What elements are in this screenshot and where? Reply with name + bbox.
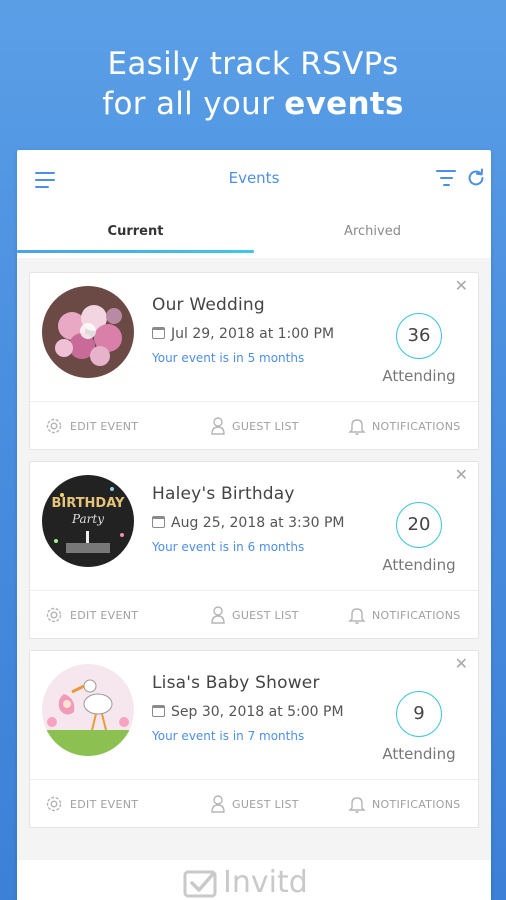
event-photo-stork <box>42 664 134 756</box>
close-icon[interactable]: ✕ <box>455 656 468 672</box>
active-tab-indicator <box>17 250 254 253</box>
app-logo: Invitd <box>183 865 308 900</box>
event-card[interactable]: ✕ BIRTHDAY Party Haley's Birthday Aug 25… <box>29 461 479 639</box>
gear-icon <box>46 796 62 812</box>
event-tabs: Current Archived <box>17 214 491 258</box>
logo-icon <box>183 870 217 898</box>
attending-label: Attending <box>382 745 456 763</box>
notifications-button[interactable]: NOTIFICATIONS <box>348 416 461 436</box>
promo-line-1: Easily track RSVPs <box>107 46 399 82</box>
attending-count: 20 <box>396 502 442 548</box>
app-header: Events <box>17 150 491 212</box>
event-title: Lisa's Baby Shower <box>152 673 320 693</box>
promo-headline: Easily track RSVPs for all your events <box>0 44 506 124</box>
filter-icon[interactable] <box>436 169 456 187</box>
tab-archived[interactable]: Archived <box>254 224 491 239</box>
gear-icon <box>46 607 62 623</box>
event-countdown: Your event is in 5 months <box>152 351 305 365</box>
event-photo-bouquet <box>42 286 134 378</box>
bell-icon <box>348 419 366 435</box>
notifications-button[interactable]: NOTIFICATIONS <box>348 605 461 625</box>
event-title: Our Wedding <box>152 295 265 315</box>
edit-event-button[interactable]: EDIT EVENT <box>44 416 138 436</box>
close-icon[interactable]: ✕ <box>455 467 468 483</box>
event-date: Aug 25, 2018 at 3:30 PM <box>152 515 345 531</box>
refresh-icon[interactable] <box>465 167 487 189</box>
event-date: Jul 29, 2018 at 1:00 PM <box>152 326 334 342</box>
event-card[interactable]: ✕ Our Wedding Jul 29, 2018 at 1:00 PM Yo… <box>29 272 479 450</box>
svg-text:Party: Party <box>71 512 104 526</box>
event-title: Haley's Birthday <box>152 484 295 504</box>
tab-current[interactable]: Current <box>17 224 254 239</box>
guest-list-button[interactable]: GUEST LIST <box>210 416 299 436</box>
gear-icon <box>46 418 62 434</box>
svg-text:BIRTHDAY: BIRTHDAY <box>52 496 126 511</box>
attending-count: 36 <box>396 313 442 359</box>
app-screen: Events Current Archived ✕ Our Wedding Ju… <box>17 150 491 900</box>
bell-icon <box>348 608 366 624</box>
event-date: Sep 30, 2018 at 5:00 PM <box>152 704 344 720</box>
guest-list-button[interactable]: GUEST LIST <box>210 794 299 814</box>
edit-event-button[interactable]: EDIT EVENT <box>44 794 138 814</box>
event-countdown: Your event is in 6 months <box>152 540 305 554</box>
calendar-icon <box>152 327 165 339</box>
notifications-button[interactable]: NOTIFICATIONS <box>348 794 461 814</box>
calendar-icon <box>152 705 165 717</box>
edit-event-button[interactable]: EDIT EVENT <box>44 605 138 625</box>
event-card[interactable]: ✕ Lisa's Baby Shower Sep 30, 2018 at 5:0… <box>29 650 479 828</box>
event-photo-birthday: BIRTHDAY Party <box>42 475 134 567</box>
attending-label: Attending <box>382 367 456 385</box>
attending-label: Attending <box>382 556 456 574</box>
close-icon[interactable]: ✕ <box>455 278 468 294</box>
event-countdown: Your event is in 7 months <box>152 729 305 743</box>
calendar-icon <box>152 516 165 528</box>
app-footer: Invitd <box>17 860 491 900</box>
card-actions: EDIT EVENT GUEST LIST NOTIFICATIONS <box>30 401 478 449</box>
guest-list-button[interactable]: GUEST LIST <box>210 605 299 625</box>
attending-count: 9 <box>396 691 442 737</box>
event-list: ✕ Our Wedding Jul 29, 2018 at 1:00 PM Yo… <box>17 258 491 878</box>
promo-line-2: for all your events <box>102 86 404 122</box>
bell-icon <box>348 797 366 813</box>
card-actions: EDIT EVENT GUEST LIST NOTIFICATIONS <box>30 779 478 827</box>
person-icon <box>211 417 225 435</box>
person-icon <box>211 795 225 813</box>
person-icon <box>211 606 225 624</box>
card-actions: EDIT EVENT GUEST LIST NOTIFICATIONS <box>30 590 478 638</box>
page-title: Events <box>228 169 280 187</box>
